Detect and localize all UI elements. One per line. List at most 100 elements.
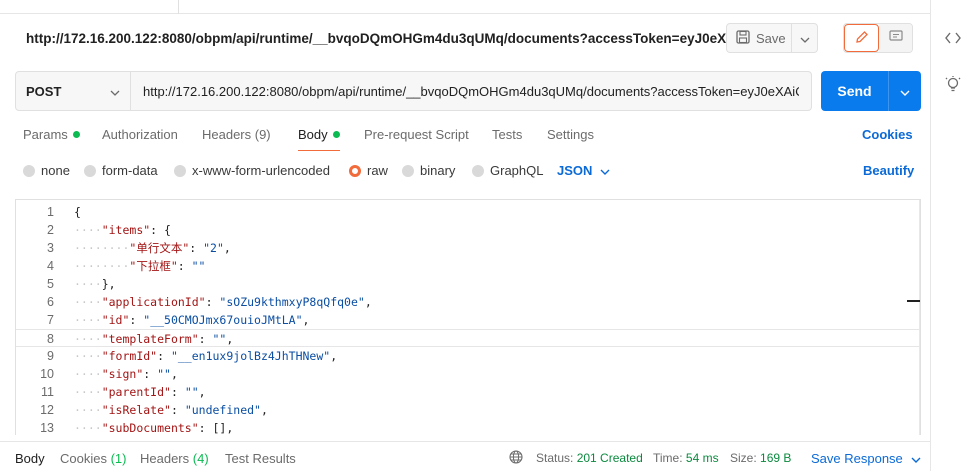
code-line[interactable]: 5 ····}, [16, 275, 920, 293]
code-line[interactable]: 8 ····"templateForm": "", [16, 329, 920, 347]
tab-strip [0, 0, 930, 14]
code-text: ········"下拉框": "" [74, 259, 206, 273]
response-bar: Body Cookies (1) Headers (4) Test Result… [0, 441, 930, 471]
response-tab-body[interactable]: Body [15, 451, 45, 466]
method-select[interactable]: POST [16, 72, 131, 110]
tab-settings[interactable]: Settings [547, 127, 594, 142]
code-editor[interactable]: 1{2 ····"items": {3 ········"单行文本": "2", 4 ·… [15, 199, 921, 435]
globe-icon[interactable] [509, 450, 523, 467]
radio-none[interactable]: none [23, 163, 70, 178]
radio-label: GraphQL [490, 163, 544, 178]
tab-tests[interactable]: Tests [492, 127, 522, 142]
tab-label: Pre-request Script [364, 127, 469, 142]
send-dropdown-button[interactable] [888, 71, 921, 111]
code-text: ····"isRelate": "undefined", [74, 403, 268, 417]
send-button[interactable]: Send [821, 71, 888, 111]
radio-label: binary [420, 163, 456, 178]
code-line[interactable]: 2 ····"items": { [16, 221, 920, 239]
line-number: 9 [47, 349, 54, 363]
tab-count: (1) [110, 451, 127, 466]
chevron-down-icon [911, 451, 921, 466]
code-text: ····}, [74, 277, 116, 291]
code-line[interactable]: 11 ····"parentId": "", [16, 383, 920, 401]
code-line[interactable]: 1{ [16, 203, 920, 221]
scroll-position-marker [907, 300, 920, 302]
response-status: Status: 201 Created [536, 451, 643, 465]
request-title[interactable]: http://172.16.200.122:8080/obpm/api/runt… [26, 31, 747, 46]
code-icon[interactable] [944, 29, 962, 47]
lightbulb-icon[interactable] [944, 76, 962, 94]
line-number: 6 [47, 295, 54, 309]
radio-raw[interactable]: raw [349, 163, 388, 178]
tab-label: Headers [140, 451, 190, 466]
line-number: 1 [47, 205, 54, 219]
status-dot [72, 131, 80, 138]
tab-headers[interactable]: Headers (9) [202, 127, 271, 142]
send-button-group: Send [821, 71, 921, 111]
code-line[interactable]: 3 ········"单行文本": "2", [16, 239, 920, 257]
radio-graphql[interactable]: GraphQL [472, 163, 543, 178]
tab-count: (4) [192, 451, 209, 466]
comment-mode-button[interactable] [879, 24, 912, 52]
tab-params[interactable]: Params [23, 127, 80, 142]
radio-x-www-form-urlencoded[interactable]: x-www-form-urlencoded [174, 163, 330, 178]
tab-label: Body [298, 127, 328, 142]
tab-pre-request-script[interactable]: Pre-request Script [364, 127, 469, 142]
chevron-down-icon [800, 31, 810, 46]
code-line[interactable]: 4 ········"下拉框": "" [16, 257, 920, 275]
code-text: ····"subDocuments": [], [74, 421, 234, 435]
tab-label: Settings [547, 127, 594, 142]
save-response-label: Save Response [811, 451, 903, 466]
format-select[interactable]: JSON [557, 163, 610, 178]
radio-button [402, 164, 414, 177]
radio-form-data[interactable]: form-data [84, 163, 158, 178]
pencil-icon [855, 30, 869, 47]
response-time: Time: 54 ms [653, 451, 719, 465]
beautify-link[interactable]: Beautify [863, 163, 914, 178]
radio-label: x-www-form-urlencoded [192, 163, 330, 178]
status-label: Status: [536, 451, 574, 465]
save-button[interactable]: Save [726, 23, 792, 53]
cookies-link[interactable]: Cookies [862, 127, 913, 142]
tab-label: Tests [492, 127, 523, 142]
request-tabs: Params Authorization Headers (9) Body Pr… [0, 120, 930, 152]
radio-button [84, 164, 96, 177]
line-number: 11 [41, 385, 54, 399]
url-input[interactable] [131, 72, 811, 110]
response-tab-headers[interactable]: Headers (4) [140, 451, 209, 466]
code-line[interactable]: 10 ····"sign": "", [16, 365, 920, 383]
response-tab-test-results[interactable]: Test Results [225, 451, 296, 466]
edit-mode-button[interactable] [844, 24, 879, 52]
line-number: 5 [47, 277, 54, 291]
view-mode-toggle [843, 23, 913, 53]
radio-binary[interactable]: binary [402, 163, 455, 178]
code-text: ····"templateForm": "", [74, 332, 234, 346]
tab-label: Headers (9) [202, 127, 271, 142]
time-label: Time: [653, 451, 683, 465]
code-line[interactable]: 6 ····"applicationId": "sOZu9kthmxyP8qQfq… [16, 293, 920, 311]
chevron-down-icon [600, 163, 610, 178]
code-text: ····"items": { [74, 223, 171, 237]
chevron-down-icon [110, 84, 120, 99]
response-tab-cookies[interactable]: Cookies (1) [60, 451, 126, 466]
code-line[interactable]: 13 ····"subDocuments": [], [16, 419, 920, 435]
radio-button [23, 164, 35, 177]
code-line[interactable]: 7 ····"id": "__50CMOJmx67ouioJMtLA", [16, 311, 920, 329]
tab-body[interactable]: Body [298, 127, 340, 151]
radio-label: none [41, 163, 70, 178]
tab-authorization[interactable]: Authorization [102, 127, 178, 142]
radio-button [472, 164, 484, 177]
size-value: 169 B [760, 451, 792, 465]
code-line[interactable]: 12 ····"isRelate": "undefined", [16, 401, 920, 419]
line-number: 8 [47, 332, 54, 346]
tab-label: Params [23, 127, 68, 142]
status-dot [332, 131, 340, 138]
format-label: JSON [557, 163, 593, 178]
save-label: Save [756, 30, 786, 46]
code-line[interactable]: 9 ····"formId": "__en1ux9jolBz4JhTHNew", [16, 347, 920, 365]
save-response-button[interactable]: Save Response [811, 451, 921, 466]
chevron-down-icon [900, 84, 910, 99]
save-dropdown-button[interactable] [792, 23, 818, 53]
code-text: ····"sign": "", [74, 367, 178, 381]
method-label: POST [26, 83, 62, 99]
